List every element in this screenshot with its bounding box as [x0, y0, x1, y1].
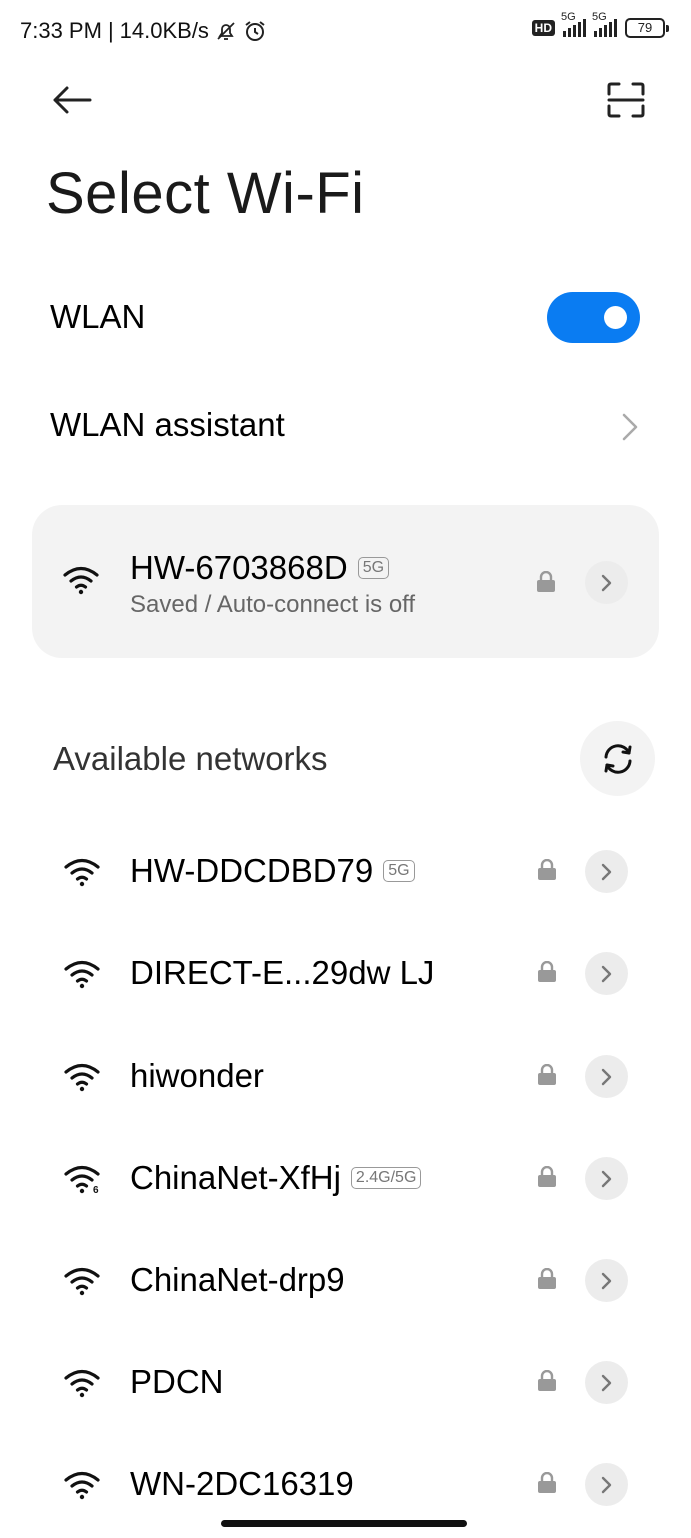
- network-row[interactable]: ChinaNet-drp9: [0, 1229, 691, 1331]
- network-row[interactable]: HW-DDCDBD79 5G: [0, 820, 691, 922]
- network-ssid: hiwonder: [130, 1057, 264, 1095]
- arrow-left-icon: [53, 86, 92, 114]
- refresh-icon: [604, 743, 631, 774]
- network-row[interactable]: DIRECT-E...29dw LJ: [0, 922, 691, 1024]
- scan-qr-icon: [607, 82, 645, 118]
- svg-text:6: 6: [93, 1185, 99, 1194]
- network-row[interactable]: PDCN: [0, 1331, 691, 1433]
- home-indicator: [221, 1520, 467, 1527]
- band-badge: 5G: [357, 557, 390, 579]
- lock-icon: [537, 1063, 557, 1091]
- ssid-text: ChinaNet-drp9: [130, 1261, 345, 1298]
- signal-sim1-icon: 5G: [561, 11, 586, 37]
- band-badge: 5G: [383, 860, 415, 882]
- chevron-right-icon: [601, 863, 611, 880]
- network-ssid: PDCN: [130, 1363, 224, 1401]
- ssid-text: PDCN: [130, 1363, 224, 1400]
- network-ssid: HW-DDCDBD79 5G: [130, 852, 415, 890]
- ssid-text: HW-DDCDBD79: [130, 852, 374, 889]
- wifi-signal-icon: [63, 959, 101, 994]
- alarm-clock-icon: [243, 19, 267, 43]
- chevron-right-icon: [601, 1170, 611, 1187]
- lock-icon: [537, 1165, 557, 1193]
- wifi-signal-icon: [63, 1266, 101, 1301]
- ssid-text: hiwonder: [130, 1057, 264, 1094]
- lock-icon: [537, 858, 557, 886]
- network-details-button[interactable]: [585, 850, 628, 893]
- wlan-toggle[interactable]: [547, 292, 640, 343]
- back-button[interactable]: [44, 76, 100, 124]
- ssid-text: ChinaNet-XfHj: [130, 1159, 341, 1196]
- signal-sim2-icon: 5G: [592, 11, 617, 37]
- ssid-text: DIRECT-E...29dw LJ: [130, 954, 435, 991]
- status-left: 7:33 PM | 14.0KB/s: [20, 18, 267, 44]
- network-details-button[interactable]: [585, 1463, 628, 1506]
- refresh-button[interactable]: [580, 721, 655, 796]
- battery-icon: 79: [625, 18, 669, 38]
- network-ssid: ChinaNet-XfHj 2.4G/5G: [130, 1159, 422, 1197]
- wifi-signal-icon: [63, 1368, 101, 1403]
- ssid-text: HW-6703868D: [130, 549, 348, 586]
- page-title: Select Wi-Fi: [46, 161, 365, 226]
- lock-icon: [536, 570, 556, 598]
- wifi-signal-icon: [63, 1470, 101, 1505]
- network-details-button[interactable]: [585, 952, 628, 995]
- chevron-right-icon: [601, 1476, 611, 1493]
- wifi-6-signal-icon: 6: [63, 1164, 101, 1199]
- network-ssid: ChinaNet-drp9: [130, 1261, 345, 1299]
- chevron-right-icon: [601, 965, 611, 982]
- saved-network-ssid: HW-6703868D 5G: [130, 549, 390, 587]
- network-ssid: WN-2DC16319: [130, 1465, 354, 1503]
- chevron-right-icon: [601, 574, 611, 591]
- toggle-knob: [604, 306, 627, 329]
- lock-icon: [537, 960, 557, 988]
- status-separator: |: [107, 18, 114, 43]
- lock-icon: [537, 1369, 557, 1397]
- wifi-signal-icon: [62, 565, 100, 600]
- network-details-button[interactable]: [585, 1259, 628, 1302]
- available-networks-label: Available networks: [53, 740, 328, 777]
- status-time: 7:33 PM: [20, 18, 102, 43]
- mute-bell-icon: [215, 20, 237, 42]
- ssid-text: WN-2DC16319: [130, 1465, 354, 1502]
- network-row[interactable]: 6 ChinaNet-XfHj 2.4G/5G: [0, 1127, 691, 1229]
- status-network-speed: 14.0KB/s: [119, 18, 209, 43]
- status-right: HD 5G 5G 79: [531, 11, 669, 38]
- saved-network-card[interactable]: HW-6703868D 5G Saved / Auto-connect is o…: [32, 505, 659, 658]
- wlan-assistant-item[interactable]: WLAN assistant: [50, 406, 285, 444]
- chevron-right-icon: [601, 1374, 611, 1391]
- band-badge: 2.4G/5G: [350, 1167, 422, 1189]
- lock-icon: [537, 1471, 557, 1499]
- network-ssid: DIRECT-E...29dw LJ: [130, 954, 434, 992]
- network-details-button[interactable]: [585, 1157, 628, 1200]
- scan-qr-button[interactable]: [598, 74, 654, 126]
- lock-icon: [537, 1267, 557, 1295]
- wifi-signal-icon: [63, 857, 101, 892]
- chevron-right-icon: [618, 410, 642, 444]
- wifi-signal-icon: [63, 1062, 101, 1097]
- network-row[interactable]: hiwonder: [0, 1025, 691, 1127]
- chevron-right-icon: [601, 1068, 611, 1085]
- status-bar: 7:33 PM | 14.0KB/s HD 5G 5G 79: [0, 0, 691, 62]
- network-details-button[interactable]: [585, 1055, 628, 1098]
- network-details-button[interactable]: [585, 1361, 628, 1404]
- network-details-button[interactable]: [585, 561, 628, 604]
- saved-network-status: Saved / Auto-connect is off: [130, 591, 416, 618]
- wlan-label: WLAN: [50, 298, 146, 335]
- chevron-right-icon: [601, 1272, 611, 1289]
- hd-voice-badge: HD: [531, 20, 555, 36]
